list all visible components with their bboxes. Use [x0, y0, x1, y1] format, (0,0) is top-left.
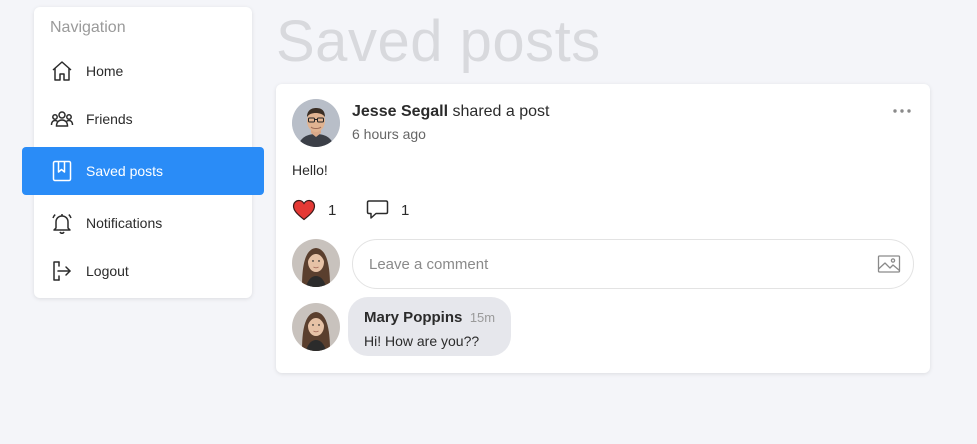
comment-author[interactable]: Mary Poppins [364, 309, 462, 326]
comment-text: Hi! How are you?? [364, 333, 480, 349]
sidebar-item-label: Notifications [86, 215, 163, 231]
current-user-avatar [292, 239, 340, 287]
sidebar-item-notifications[interactable]: Notifications [34, 199, 252, 247]
sidebar-item-label: Logout [86, 263, 129, 279]
post-header: Jesse Segall shared a post [352, 103, 549, 121]
sidebar-item-friends[interactable]: Friends [34, 95, 252, 143]
like-button[interactable]: 1 [292, 199, 336, 221]
like-count: 1 [328, 201, 337, 219]
post-timestamp: 6 hours ago [352, 126, 426, 142]
comment-bubble: Mary Poppins 15m Hi! How are you?? [348, 297, 512, 356]
more-options-icon[interactable] [892, 104, 912, 118]
sidebar-title: Navigation [50, 19, 126, 36]
sidebar-item-label: Friends [86, 111, 133, 127]
heart-icon [292, 199, 316, 221]
sidebar-navigation: Navigation Home Friends Saved posts Noti… [22, 7, 264, 298]
friends-icon [50, 111, 74, 127]
commenter-avatar[interactable] [292, 303, 340, 351]
image-upload-icon[interactable] [877, 253, 901, 275]
post-action-text: shared a post [448, 103, 550, 120]
comment-button[interactable]: 1 [366, 199, 409, 221]
comment-timestamp: 15m [469, 310, 496, 325]
home-icon [52, 61, 72, 81]
bookmark-icon [52, 160, 72, 182]
page: Navigation Home Friends Saved posts Noti… [0, 0, 977, 444]
author-avatar[interactable] [292, 99, 340, 147]
page-title: Saved posts [276, 9, 601, 74]
sidebar-item-logout[interactable]: Logout [34, 247, 252, 295]
sidebar-item-label: Saved posts [86, 163, 164, 179]
comment-count: 1 [401, 201, 410, 219]
sidebar-item-home[interactable]: Home [34, 47, 252, 95]
author-name[interactable]: Jesse Segall [352, 103, 448, 120]
sidebar-item-saved-posts[interactable]: Saved posts [22, 147, 264, 195]
comment-input-container [352, 239, 914, 289]
comment-input[interactable] [369, 240, 859, 288]
post-card: Jesse Segall shared a post 6 hours ago H… [276, 84, 930, 373]
logout-icon [53, 261, 71, 281]
post-content: Hello! [292, 162, 328, 178]
comment-header: Mary Poppins 15m [364, 309, 495, 327]
bell-icon [52, 214, 72, 235]
comment-icon [366, 200, 389, 219]
sidebar-item-label: Home [86, 63, 124, 79]
